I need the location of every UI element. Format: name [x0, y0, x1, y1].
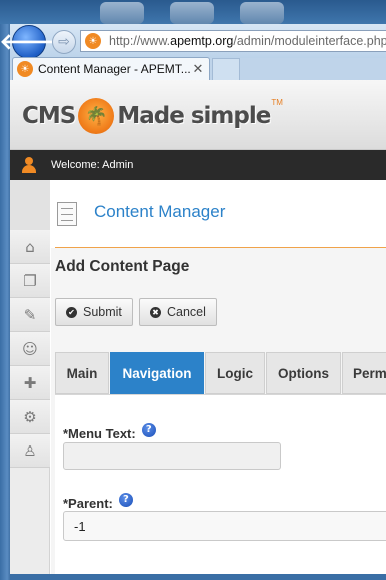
address-bar[interactable]: ☀ http://www. apemtp.org/admin/moduleinte… — [80, 30, 386, 52]
tab-title: Content Manager - APEMT... — [38, 62, 191, 76]
cms-header: CMS 🌴 Made simple TM — [10, 80, 386, 150]
tab-logic[interactable]: Logic — [205, 352, 265, 394]
url-prefix: http://www. — [109, 34, 171, 48]
forward-arrow-icon: ⇨ — [58, 34, 70, 50]
page-viewport: CMS 🌴 Made simple TM Welcome: Admin ⌂ ❐ … — [10, 80, 386, 580]
menu-text-label-text: *Menu Text: — [63, 426, 136, 441]
menu-text-label: *Menu Text: ? — [63, 422, 156, 441]
submit-label: Submit — [83, 305, 122, 319]
user-icon — [22, 157, 36, 173]
back-button[interactable]: 🡐 — [0, 25, 59, 59]
desktop-icon — [170, 2, 214, 24]
window-bottom-edge — [10, 574, 386, 580]
help-icon[interactable]: ? — [118, 492, 133, 507]
document-icon — [57, 202, 77, 226]
layout-icon[interactable]: ✎ — [10, 298, 50, 332]
navigation-form — [55, 394, 386, 580]
tab-favicon-icon: ☀ — [17, 61, 33, 77]
cancel-x-icon: ✖ — [150, 306, 161, 318]
site-admin-gear-icon[interactable]: ⚙ — [10, 400, 50, 434]
cancel-label: Cancel — [167, 305, 206, 319]
main-content: Content Manager Add Content Page ✔ Submi… — [51, 180, 386, 580]
welcome-text: Welcome: Admin — [51, 159, 134, 171]
help-icon[interactable]: ? — [141, 422, 156, 437]
menu-text-input[interactable] — [63, 442, 281, 470]
user-bar: Welcome: Admin — [10, 150, 386, 180]
desktop-icon — [240, 2, 284, 24]
tab-close-icon[interactable]: ✕ — [191, 61, 205, 77]
cms-logo[interactable]: CMS 🌴 Made simple TM — [22, 98, 283, 134]
palm-tree-sun-icon: 🌴 — [78, 98, 115, 134]
users-groups-icon[interactable]: ☺ — [10, 332, 50, 366]
extensions-icon[interactable]: ✚ — [10, 366, 50, 400]
page-title: Content Manager — [94, 202, 226, 221]
tab-main[interactable]: Main — [55, 352, 109, 394]
section-title: Add Content Page — [55, 258, 190, 275]
desktop-icon — [100, 2, 144, 24]
submit-button[interactable]: ✔ Submit — [55, 298, 133, 326]
checkmark-icon: ✔ — [66, 306, 77, 318]
page-title-block: Content Manager — [51, 180, 386, 248]
logo-text-made-simple: Made simple — [117, 103, 271, 129]
tab-permissions[interactable]: Perm — [342, 352, 386, 394]
side-nav-header — [10, 180, 50, 230]
parent-select[interactable]: -1 — [63, 511, 386, 541]
tab-navigation[interactable]: Navigation — [110, 352, 204, 394]
forward-button[interactable]: ⇨ — [52, 30, 76, 54]
browser-tab[interactable]: ☀ Content Manager - APEMT... ✕ — [12, 57, 210, 80]
my-preferences-icon[interactable]: ♙ — [10, 434, 50, 468]
parent-label-text: *Parent: — [63, 496, 113, 511]
url-path: /admin/moduleinterface.php — [233, 34, 386, 48]
logo-trademark: TM — [271, 98, 283, 107]
url-domain: apemtp.org — [170, 34, 234, 48]
cancel-button[interactable]: ✖ Cancel — [139, 298, 217, 326]
content-pages-icon[interactable]: ❐ — [10, 264, 50, 298]
desktop-background — [0, 0, 386, 24]
title-divider — [55, 247, 386, 248]
parent-selected-value: -1 — [74, 518, 86, 534]
content-tabs: Main Navigation Logic Options Perm — [55, 352, 386, 394]
parent-label: *Parent: ? — [63, 492, 133, 511]
home-icon[interactable]: ⌂ — [10, 230, 50, 264]
tab-options[interactable]: Options — [266, 352, 341, 394]
new-tab-button[interactable] — [212, 58, 240, 80]
logo-text-cms: CMS — [22, 103, 76, 129]
site-favicon-icon: ☀ — [85, 33, 101, 49]
back-arrow-icon: 🡐 — [0, 30, 59, 55]
